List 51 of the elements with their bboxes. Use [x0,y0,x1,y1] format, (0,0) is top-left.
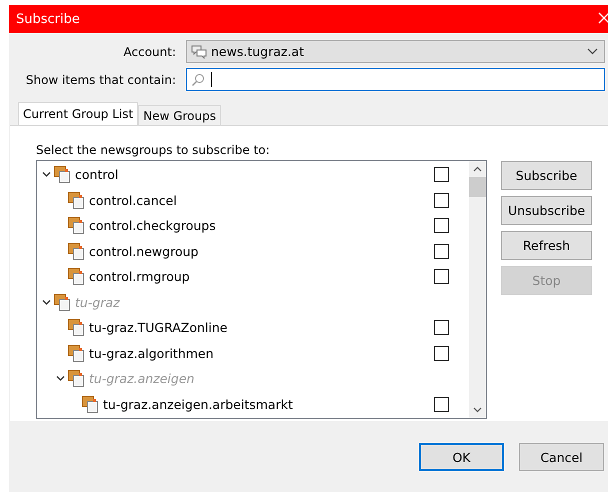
expander-icon[interactable] [42,170,51,180]
newsgroup-icon [68,268,85,286]
newsgroup-name[interactable]: control.checkgroups [89,218,216,234]
action-button[interactable]: Refresh [501,231,592,260]
chat-bubbles-icon [191,44,207,58]
tab[interactable]: Current Group List [18,102,138,125]
expander-icon[interactable] [56,374,65,384]
action-button[interactable]: Unsubscribe [501,196,592,225]
newsgroup-name[interactable]: control.newgroup [89,244,198,259]
scrollbar-thumb[interactable] [469,177,486,197]
tree-label: Select the newsgroups to subscribe to: [36,143,271,157]
subscribe-checkbox[interactable] [434,346,449,361]
newsgroup-name[interactable]: control.rmgroup [89,269,190,284]
newsgroup-icon [68,370,85,388]
subscribe-checkbox[interactable] [434,167,449,182]
newsgroup-name[interactable]: control [75,167,118,182]
newsgroup-name[interactable]: control.cancel [89,192,177,208]
subscribe-checkbox[interactable] [434,218,449,234]
expander-icon[interactable] [42,298,51,307]
newsgroup-icon [68,344,85,362]
subscribe-checkbox[interactable] [434,192,449,208]
subscribe-checkbox[interactable] [434,244,449,259]
newsgroup-icon [68,319,85,336]
newsgroup-icon [68,242,85,260]
newsgroup-icon [54,166,71,184]
newsgroup-name[interactable]: tu-graz.anzeigen.arbeitsmarkt [103,396,293,412]
account-dropdown[interactable]: news.tugraz.at [186,40,605,63]
search-field[interactable] [186,68,605,91]
scrollbar[interactable] [469,161,486,418]
subscribe-checkbox[interactable] [434,269,449,284]
dialog-button[interactable]: Cancel [519,443,604,471]
filter-label: Show items that contain: [24,72,176,86]
window-title: Subscribe [16,12,81,26]
newsgroup-icon [68,217,85,234]
tab[interactable]: New Groups [138,105,221,125]
caret-icon [587,48,598,55]
scroll-up-icon[interactable] [473,166,482,172]
newsgroup-name[interactable]: tu-graz.algorithmen [89,346,214,361]
account-value: news.tugraz.at [211,44,304,59]
close-icon[interactable] [598,12,608,24]
search-icon [191,72,205,86]
account-label: Account: [122,44,176,58]
newsgroup-icon [68,192,85,209]
subscribe-checkbox[interactable] [434,320,449,336]
action-button[interactable]: Subscribe [501,161,592,190]
dialog-button[interactable]: OK [419,443,504,471]
newsgroup-icon [54,294,71,311]
newsgroup-name[interactable]: tu-graz.TUGRAZonline [89,320,228,336]
scroll-down-icon[interactable] [473,407,482,413]
subscribe-checkbox[interactable] [434,396,449,412]
newsgroup-icon [82,396,99,413]
